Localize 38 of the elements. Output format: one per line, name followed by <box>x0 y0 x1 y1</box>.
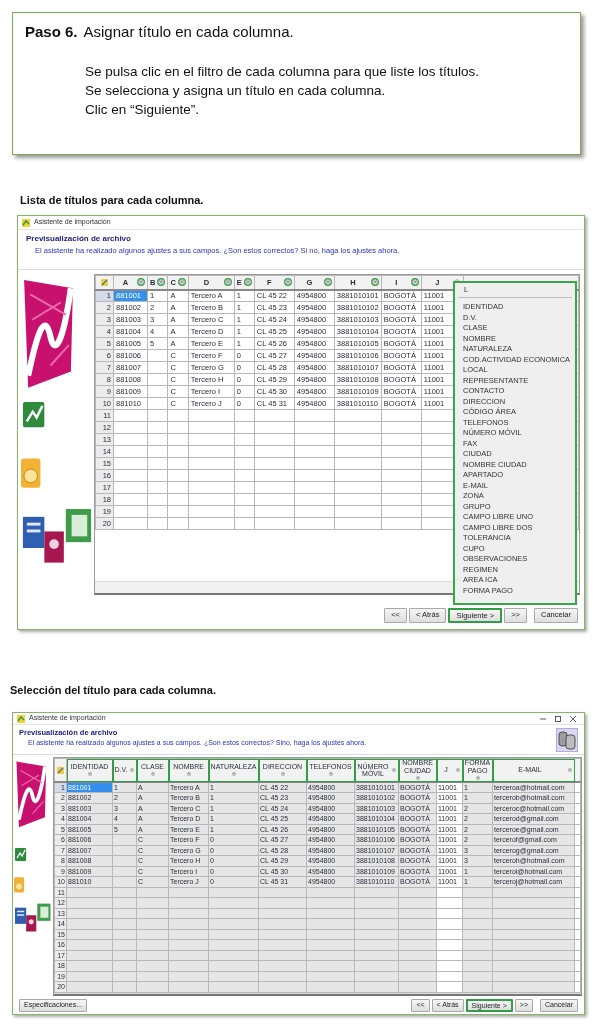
section-heading: Lista de títulos para cada columna. <box>20 193 205 207</box>
dropdown-arrow-icon[interactable] <box>279 771 286 778</box>
instruction-text: Se selecciona y asigna un título en cada columna. <box>85 81 387 100</box>
dropdown-arrow-icon[interactable] <box>370 278 379 287</box>
dropdown-arrow-icon[interactable] <box>414 775 421 781</box>
database-icon <box>556 727 578 752</box>
wizard-heading: Previsualización de archivo <box>26 233 132 245</box>
dropdown-arrow-icon[interactable] <box>567 767 573 773</box>
dropdown-arrow-icon[interactable] <box>391 767 397 773</box>
dropdown-arrow-icon[interactable] <box>137 278 145 287</box>
close-icon[interactable] <box>570 715 576 722</box>
dropdown-arrow-icon[interactable] <box>230 771 237 778</box>
dropdown-arrow-icon[interactable] <box>455 767 461 773</box>
grid-corner-icon <box>101 279 108 287</box>
dropdown-arrow-icon[interactable] <box>177 278 186 287</box>
grid-corner-icon <box>57 766 64 774</box>
instruction-text: Clic en “Siguiente”. <box>85 100 201 119</box>
dropdown-arrow-icon[interactable] <box>129 767 135 773</box>
dropdown-arrow-icon[interactable] <box>410 278 419 287</box>
section-heading: Selección del título para cada columna. <box>10 683 217 697</box>
dropdown-arrow-icon[interactable] <box>86 771 93 778</box>
dropdown-arrow-icon[interactable] <box>185 771 192 778</box>
dropdown-arrow-icon[interactable] <box>327 771 334 778</box>
dropdown-arrow-icon[interactable] <box>243 278 252 287</box>
dropdown-arrow-icon[interactable] <box>223 278 232 287</box>
instruction-text: Se pulsa clic en el filtro de cada columna para que liste los títulos. <box>85 62 480 81</box>
maximize-icon[interactable] <box>555 715 561 722</box>
step-title: Asignar título en cada columna. <box>83 22 294 42</box>
app-icon <box>17 714 25 723</box>
step-label: Paso 6. <box>25 22 78 42</box>
dropdown-arrow-icon[interactable] <box>283 278 292 287</box>
dropdown-arrow-icon[interactable] <box>323 278 332 287</box>
dropdown-arrow-icon[interactable] <box>474 775 481 781</box>
dropdown-arrow-icon[interactable] <box>149 771 156 778</box>
minimize-icon[interactable] <box>540 715 546 722</box>
dropdown-arrow-icon[interactable] <box>157 278 166 287</box>
scrollbar[interactable] <box>54 992 581 994</box>
app-icon <box>22 218 30 227</box>
